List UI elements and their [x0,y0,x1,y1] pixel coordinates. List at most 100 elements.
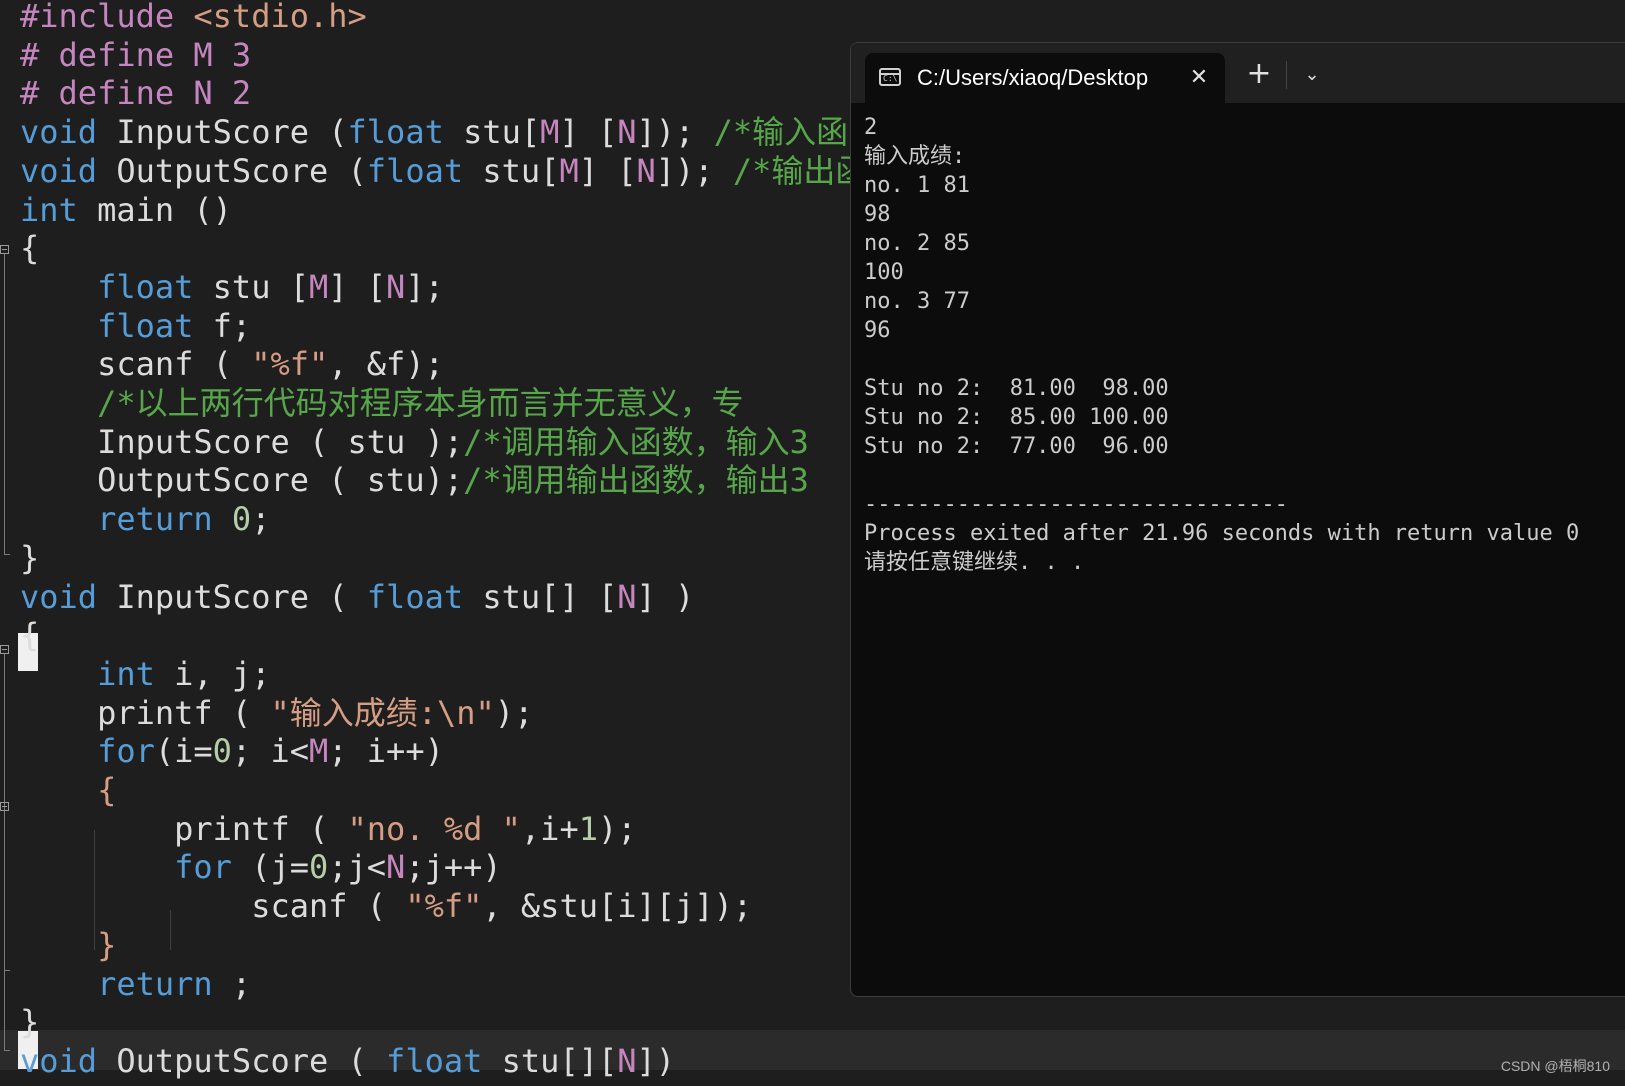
code-token: ; i< [231,732,309,771]
code-token: (j= [251,848,309,887]
code-token: { [97,771,117,809]
code-token: /*输出函 [732,151,868,190]
code-token: void [20,1041,117,1080]
code-token: { [20,229,40,268]
code-token: ] ) [636,577,695,616]
code-line: return 0; [20,499,270,539]
code-token: <stdio.h> [193,0,367,35]
code-token: ; [231,964,252,1003]
code-line: InputScore ( stu );/*调用输入函数，输入3 [20,422,809,462]
code-token: "%f" [405,887,483,926]
code-line: void InputScore (float stu[M] [N]); /*输入… [20,112,848,152]
code-token: "%f" [251,345,329,384]
code-token: /*调用输出函数，输出3 [463,461,809,500]
code-line: { [20,228,39,268]
code-token: f; [212,306,252,345]
code-token: float [97,306,213,345]
code-token: ]; [405,267,444,306]
fold-toggle-icon[interactable] [0,802,9,811]
code-token: /*输入函 [713,113,849,152]
code-token: return [97,500,232,539]
code-token: N [617,577,637,616]
fold-toggle-icon[interactable] [0,245,9,254]
code-token: ,i+ [520,809,579,848]
code-token: ] [ [328,267,387,306]
code-token: } [20,538,40,577]
terminal-output-line: no. 2 85 [864,231,970,256]
code-token: 0 [231,500,252,539]
close-icon[interactable]: ✕ [1187,63,1211,93]
titlebar-separator [1286,61,1287,89]
code-token: ); [494,693,534,732]
code-token: void [20,151,117,190]
code-token: M [540,113,560,152]
code-token: 1 [578,809,598,848]
code-token: { [20,616,40,655]
code-token: OutputScore ( stu); [97,461,464,500]
terminal-output-line: Process exited after 21.96 seconds with … [864,521,1580,546]
code-line: printf ( "no. %d ",i+1); [20,809,636,849]
terminal-tab[interactable]: C:\ C:/Users/xiaoq/Desktop ✕ [865,53,1225,103]
code-token: stu [ [212,267,309,306]
terminal-titlebar[interactable]: C:\ C:/Users/xiaoq/Desktop ✕ + ⌄ [851,43,1625,103]
code-token: float [97,267,213,306]
tab-title: C:/Users/xiaoq/Desktop [917,65,1149,90]
code-line: printf ( "输入成绩:\n"); [20,693,533,733]
code-token: # define [20,74,194,113]
code-token: InputScore ( stu ); [97,422,464,461]
terminal-output-line: no. 1 81 [864,173,970,198]
terminal-output-line: 请按任意键继续. . . [864,550,1085,575]
code-token: int [20,190,98,229]
code-token: M [308,732,329,771]
code-line: for(i=0; i<M; i++) [20,731,444,771]
code-line: # define N 2 [20,73,251,113]
code-token: printf ( [174,809,348,848]
code-token: M [308,267,329,306]
code-token: for [97,732,155,771]
code-token: 0 [308,848,329,887]
code-token: N [617,1041,637,1080]
code-line: } [20,538,39,578]
code-line: { [20,615,39,655]
code-token: InputScore ( [116,577,367,616]
code-token: ;j< [328,848,387,887]
code-line: } [20,925,116,965]
code-line: void InputScore ( float stu[] [N] ) [20,577,694,617]
code-token: main () [97,190,232,229]
code-token: ]) [636,1041,676,1080]
chevron-down-icon[interactable]: ⌄ [1297,57,1327,93]
code-token: stu[ [482,151,560,190]
code-token: M [559,151,579,190]
code-token: int [97,654,175,693]
fold-range-end [4,970,10,971]
code-token: /*以上两行代码对程序本身而言并无意义，专 [97,384,744,422]
code-token: N [636,151,656,190]
code-token: , &f); [328,345,444,384]
code-token: ]); [636,113,714,152]
fold-toggle-icon[interactable] [0,645,9,654]
fold-range-line [4,254,5,554]
code-token: float [386,1041,502,1080]
code-token: 0 [212,732,232,771]
code-token: ; [251,500,271,539]
terminal-window[interactable]: C:\ C:/Users/xiaoq/Desktop ✕ + ⌄ 2 输入成绩: n… [850,42,1625,997]
code-token: float [366,151,483,190]
code-line: #include <stdio.h> [20,0,367,36]
terminal-output[interactable]: 2 输入成绩: no. 1 81 98 no. 2 85 100 no. 3 77 96 Stu… [864,113,1625,996]
code-line: return ; [20,964,251,1004]
code-line: } [20,1002,39,1042]
terminal-output-line: -------------------------------- [864,492,1288,517]
new-tab-button[interactable]: + [1241,57,1277,93]
code-line: { [20,770,116,810]
code-line: scanf ( "%f", &stu[i][j]); [20,886,752,926]
